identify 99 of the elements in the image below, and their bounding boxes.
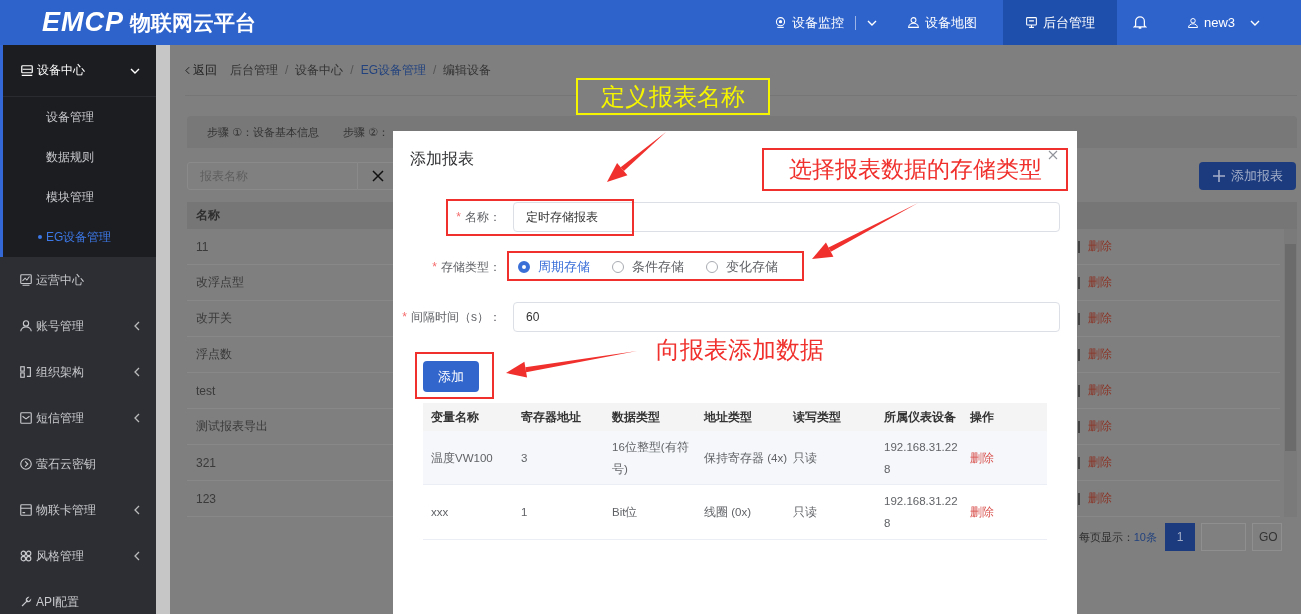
- table-cell-text: 1: [521, 505, 529, 520]
- radio-option[interactable]: 变化存储: [706, 258, 778, 276]
- annotation-label: 向报表添加数据: [656, 335, 824, 365]
- monitor-icon: [1024, 16, 1038, 29]
- sidebar-subitem[interactable]: 设备管理: [3, 97, 156, 137]
- column-header: 所属仪表设备: [884, 408, 957, 426]
- breadcrumb-separator: /: [433, 63, 437, 77]
- page-size-label: 每页显示：: [1078, 529, 1134, 545]
- radio-option[interactable]: 周期存储: [518, 258, 590, 276]
- column-header: 读写类型: [793, 408, 842, 426]
- dialog-title: 添加报表: [410, 149, 474, 169]
- mail-icon: [19, 411, 33, 425]
- grid-icon: [19, 549, 33, 563]
- table-cell: 测试报表导出: [196, 418, 268, 435]
- back-link[interactable]: 返回: [185, 61, 217, 79]
- user-menu[interactable]: new3: [1186, 15, 1260, 30]
- field-label: * 名称：: [455, 208, 502, 226]
- chevron-down-icon: [866, 19, 877, 26]
- add-report-button[interactable]: 添加报表: [1199, 162, 1296, 190]
- table-cell-text: 只读: [793, 450, 818, 466]
- breadcrumb-item: 后台管理: [230, 61, 278, 79]
- input-field[interactable]: 60: [513, 302, 1060, 332]
- table-cell-text: 192.168.31.228: [884, 494, 959, 531]
- page-button[interactable]: 1: [1165, 523, 1195, 551]
- delete-link[interactable]: 删除: [970, 501, 1010, 523]
- sidebar-item[interactable]: 短信管理: [0, 395, 156, 441]
- wrench-icon: [19, 595, 33, 609]
- step-tab[interactable]: 步骤 ②：: [342, 124, 389, 140]
- close-icon: [371, 170, 384, 182]
- column-header: 地址类型: [704, 408, 753, 426]
- chevron-left-icon: [134, 505, 140, 515]
- column-header: 操作: [970, 408, 995, 426]
- table-cell: 11: [196, 239, 209, 254]
- radio-option[interactable]: 条件存储: [612, 258, 684, 276]
- input-field[interactable]: 定时存储报表: [513, 202, 1060, 232]
- table-cell-text: 保持寄存器 (4x): [704, 450, 788, 466]
- table-cell-text: xxx: [431, 505, 450, 520]
- user-icon: [1186, 16, 1199, 29]
- sidebar-subitem[interactable]: 模块管理: [3, 177, 156, 217]
- table-cell: 321: [196, 455, 217, 470]
- nav-item[interactable]: 设备监控: [773, 0, 877, 45]
- chevron-left-icon: [134, 413, 140, 423]
- table-cell-text: 192.168.31.228: [884, 439, 959, 477]
- card-icon: [19, 503, 33, 517]
- breadcrumb-separator: /: [350, 63, 354, 77]
- monitor-icon: [20, 63, 34, 78]
- nav-item[interactable]: 设备地图: [906, 0, 977, 45]
- plus-icon: [1212, 170, 1225, 182]
- sidebar-item[interactable]: 萤石云密钥: [0, 441, 156, 487]
- bell-icon[interactable]: [1132, 15, 1147, 30]
- field-label: * 存储类型：: [431, 258, 502, 276]
- table-cell: 改浮点型: [196, 274, 244, 291]
- chevron-left-icon: [134, 367, 140, 377]
- logo: EMCP: [42, 7, 124, 38]
- nav-item[interactable]: 后台管理: [1002, 0, 1117, 45]
- breadcrumb-separator: /: [285, 63, 289, 77]
- sidebar-item[interactable]: 风格管理: [0, 533, 156, 579]
- sidebar-item[interactable]: 组织架构: [0, 349, 156, 395]
- org-icon: [19, 365, 33, 379]
- column-header: 数据类型: [612, 408, 661, 426]
- camera-icon: [773, 16, 787, 29]
- platform-title: 物联网云平台: [130, 9, 256, 36]
- breadcrumb-item: 设备中心: [295, 61, 344, 79]
- table-cell: 123: [196, 491, 217, 506]
- chevron-left-icon: [185, 65, 190, 75]
- sidebar-item[interactable]: 账号管理: [0, 303, 156, 349]
- close-icon[interactable]: [1048, 150, 1058, 160]
- go-button[interactable]: GO: [1252, 523, 1282, 551]
- sidebar-subitem[interactable]: 数据规则: [3, 137, 156, 177]
- chart-icon: [19, 273, 33, 287]
- table-cell-text: 16位整型(有符号): [612, 439, 690, 477]
- sidebar-subitem[interactable]: EG设备管理: [3, 217, 156, 257]
- column-header: 变量名称: [431, 408, 480, 426]
- table-cell: 改开关: [196, 310, 232, 327]
- table-cell: test: [196, 383, 216, 398]
- add-button[interactable]: 添加: [423, 361, 479, 392]
- chevron-down-icon: [130, 67, 140, 74]
- step-tab[interactable]: 步骤 ①：设备基本信息: [207, 124, 319, 140]
- chevron-left-icon: [134, 321, 140, 331]
- table-cell-text: 线圈 (0x): [704, 505, 752, 520]
- sidebar-item[interactable]: 运营中心: [0, 257, 156, 303]
- delete-link[interactable]: 删除: [970, 446, 1010, 469]
- table-cell-text: 3: [521, 450, 529, 466]
- sidebar-item[interactable]: 物联卡管理: [0, 487, 156, 533]
- column-header: 寄存器地址: [521, 408, 582, 426]
- breadcrumb-item: 编辑设备: [443, 61, 492, 79]
- field-label: * 间隔时间（s）：: [401, 308, 502, 326]
- annotation-label: 定义报表名称: [576, 78, 770, 115]
- table-cell: 浮点数: [196, 346, 232, 363]
- user-icon: [906, 16, 920, 29]
- sidebar-item[interactable]: API配置: [0, 579, 156, 614]
- table-cell-text: 只读: [793, 505, 818, 520]
- chevron-down-icon: [1250, 19, 1260, 26]
- table-cell-text: 温度VW100: [431, 450, 494, 466]
- annotation-label: 选择报表数据的存储类型: [762, 148, 1068, 191]
- scrollbar[interactable]: [156, 45, 170, 614]
- chevron-left-icon: [134, 551, 140, 561]
- user-icon: [19, 319, 33, 333]
- table-cell-text: Bit位: [612, 505, 639, 520]
